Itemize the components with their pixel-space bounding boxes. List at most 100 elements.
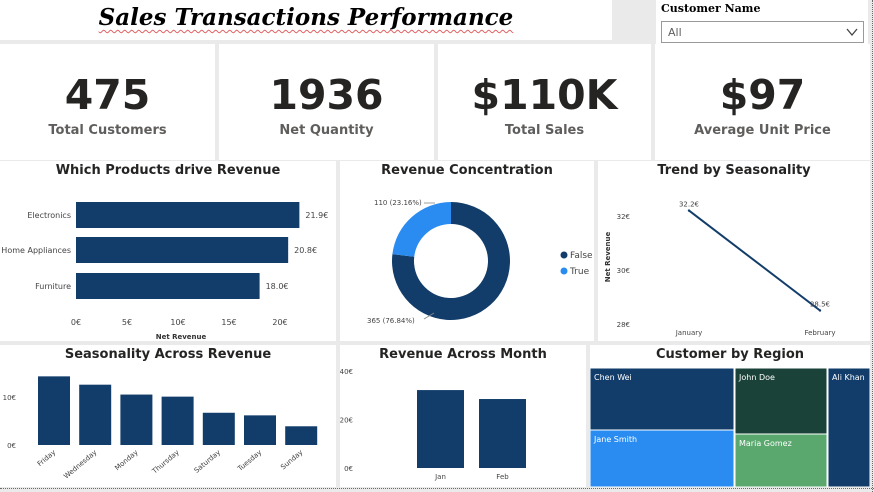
chart-title: Revenue Concentration bbox=[381, 163, 553, 178]
weekday-bar bbox=[120, 394, 153, 445]
trend-point bbox=[687, 209, 691, 212]
x-tick-label: Saturday bbox=[193, 448, 222, 474]
y-tick-label: 0€ bbox=[7, 442, 16, 450]
x-tick-label: 10€ bbox=[170, 318, 185, 327]
revenue-concentration-chart: Revenue Concentration 365 (76.84%) 110 (2… bbox=[340, 161, 594, 341]
x-tick-label: Monday bbox=[113, 448, 139, 472]
data-label: 21.9€ bbox=[305, 211, 328, 220]
chart-title: Seasonality Across Revenue bbox=[64, 347, 272, 362]
month-bar bbox=[417, 390, 464, 468]
kpi-card-net-quantity: 1936 Net Quantity bbox=[219, 44, 434, 160]
trend-seasonality-chart: Trend by Seasonality 32€ 30€ 28€ Net Revenu… bbox=[598, 161, 870, 341]
customer-name-slicer: Customer Name All bbox=[656, 0, 868, 46]
canvas-border-bottom bbox=[0, 488, 874, 489]
slicer-selected-value: All bbox=[668, 26, 682, 39]
data-label: 365 (76.84%) bbox=[367, 317, 415, 325]
x-axis-title: Net Revenue bbox=[156, 333, 207, 341]
weekday-bar bbox=[285, 426, 318, 445]
x-tick-label: 5€ bbox=[122, 318, 132, 327]
treemap-label: Ali Khan bbox=[832, 373, 865, 382]
revenue-month-chart: Revenue Across Month 40€ 20€ 0€ Jan Feb bbox=[340, 345, 586, 487]
y-tick-label: 20€ bbox=[340, 417, 353, 425]
x-tick-label: Thursday bbox=[150, 448, 181, 476]
products-revenue-chart: Which Products drive Revenue Electronics… bbox=[0, 161, 336, 341]
revenue-bar bbox=[76, 237, 289, 263]
customer-region-svg: Chen Wei Jane Smith John Doe Maria Gomez Ali… bbox=[589, 367, 871, 488]
chart-title: Trend by Seasonality bbox=[657, 163, 811, 178]
kpi-label: Total Customers bbox=[48, 123, 167, 138]
data-label: 32.2€ bbox=[679, 201, 699, 209]
legend-label: True bbox=[569, 267, 590, 277]
treemap-cell bbox=[827, 367, 871, 488]
y-tick-label: 0€ bbox=[344, 465, 353, 473]
trend-point bbox=[818, 309, 822, 312]
x-tick-label: January bbox=[675, 329, 703, 337]
revenue-month-svg: 40€ 20€ 0€ Jan Feb bbox=[340, 368, 526, 481]
x-tick-label: February bbox=[804, 329, 835, 337]
y-tick-label: 28€ bbox=[617, 321, 630, 329]
kpi-label: Total Sales bbox=[504, 123, 585, 138]
y-tick-label: 10€ bbox=[3, 394, 16, 402]
x-tick-label: Friday bbox=[36, 448, 57, 468]
weekday-bar bbox=[244, 415, 276, 445]
seasonality-revenue-chart: Seasonality Across Revenue 10€ 0€ Friday We… bbox=[0, 345, 336, 487]
kpi-card-average-unit-price: $97 Average Unit Price bbox=[655, 44, 870, 160]
legend-marker bbox=[560, 251, 568, 259]
treemap-label: John Doe bbox=[738, 373, 775, 382]
treemap-label: Chen Wei bbox=[594, 373, 632, 382]
y-tick-label: 32€ bbox=[617, 213, 630, 221]
weekday-bar bbox=[79, 384, 112, 445]
treemap-label: Maria Gomez bbox=[739, 439, 792, 448]
revenue-bar bbox=[76, 202, 300, 228]
kpi-label: Average Unit Price bbox=[694, 123, 831, 138]
legend-label: False bbox=[570, 251, 593, 261]
trend-line bbox=[688, 209, 821, 312]
kpi-value: $97 bbox=[719, 71, 806, 119]
category-label: Home Appliances bbox=[1, 246, 71, 255]
category-label: Furniture bbox=[35, 282, 71, 291]
customer-region-chart: Customer by Region Chen Wei Jane Smith Joh… bbox=[589, 345, 871, 488]
data-label: 110 (23.16%) bbox=[374, 199, 422, 207]
legend-marker bbox=[560, 267, 568, 275]
kpi-card-total-sales: $110K Total Sales bbox=[438, 44, 651, 160]
trend-seasonality-svg: 32€ 30€ 28€ Net Revenue 32.2€ January 28.5€ Feb… bbox=[604, 201, 836, 337]
page-title: Sales Transactions Performance bbox=[98, 4, 514, 31]
seasonality-revenue-svg: 10€ 0€ Friday Wednesday Monday Thursday Saturd… bbox=[3, 376, 318, 481]
customer-name-dropdown[interactable]: All bbox=[661, 21, 864, 43]
kpi-value: $110K bbox=[471, 71, 618, 119]
donut-slice bbox=[392, 202, 451, 257]
kpi-card-total-customers: 475 Total Customers bbox=[0, 44, 215, 160]
weekday-bar bbox=[38, 376, 70, 445]
x-tick-label: Jan bbox=[434, 473, 446, 481]
chart-title: Customer by Region bbox=[655, 347, 805, 362]
weekday-bar bbox=[202, 412, 235, 445]
chart-title: Which Products drive Revenue bbox=[55, 163, 281, 178]
chart-title: Revenue Across Month bbox=[379, 347, 547, 362]
kpi-label: Net Quantity bbox=[279, 123, 374, 138]
revenue-concentration-svg: 365 (76.84%) 110 (23.16%) False True bbox=[367, 199, 593, 325]
products-revenue-svg: Electronics 21.9€ Home Appliances 20.8€ Furn… bbox=[1, 202, 328, 341]
x-tick-label: 20€ bbox=[272, 318, 287, 327]
month-bar bbox=[479, 399, 526, 468]
title-box: Sales Transactions Performance bbox=[0, 0, 612, 40]
x-tick-label: Sunday bbox=[279, 448, 304, 471]
data-label: 18.0€ bbox=[266, 282, 289, 291]
category-label: Electronics bbox=[27, 211, 71, 220]
x-tick-label: 15€ bbox=[221, 318, 236, 327]
x-tick-label: Wednesday bbox=[62, 448, 98, 480]
y-axis-title: Net Revenue bbox=[604, 231, 612, 282]
chevron-down-icon bbox=[846, 28, 858, 37]
canvas-border-right bbox=[872, 0, 873, 492]
kpi-value: 475 bbox=[64, 71, 151, 119]
x-tick-label: 0€ bbox=[71, 318, 81, 327]
treemap-label: Jane Smith bbox=[593, 435, 637, 444]
x-tick-label: Feb bbox=[496, 473, 509, 481]
y-tick-label: 30€ bbox=[617, 267, 630, 275]
y-tick-label: 40€ bbox=[340, 368, 353, 376]
x-tick-label: Tuesday bbox=[236, 448, 264, 473]
revenue-bar bbox=[76, 273, 260, 299]
kpi-value: 1936 bbox=[269, 71, 384, 119]
slicer-title: Customer Name bbox=[661, 2, 761, 15]
weekday-bar bbox=[161, 396, 194, 445]
data-label: 28.5€ bbox=[810, 301, 830, 309]
